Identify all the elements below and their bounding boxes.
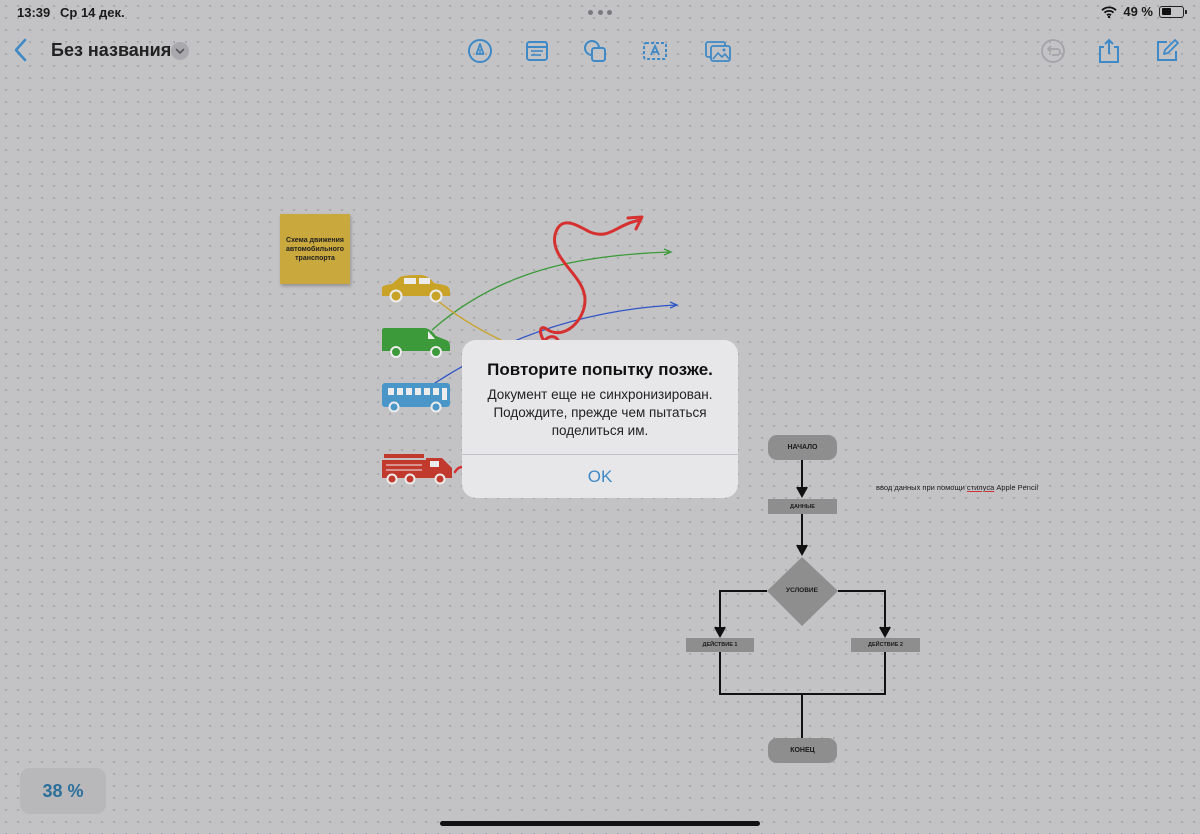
pencil-note[interactable]: ввод данных при помощи стилуса Apple Pen… [876,483,1038,492]
green-connector [431,251,671,331]
ok-button[interactable]: OK [462,455,738,498]
car-icon[interactable] [380,274,452,304]
van-icon[interactable] [380,327,452,359]
bus-icon[interactable] [380,381,452,413]
sticky-note[interactable]: Схема движения автомобильного транспорта [280,214,350,284]
flowchart-data[interactable]: ДАННЫЕ [768,499,837,514]
fire-truck-icon[interactable] [380,452,454,486]
pencil-note-underlined: стилуса [966,483,995,492]
home-indicator[interactable] [440,821,760,826]
alert-dialog: Повторите попытку позже. Документ еще не… [462,340,738,498]
red-freehand-stroke [539,218,642,352]
flowchart-start[interactable]: НАЧАЛО [768,435,837,460]
alert-message: Документ еще не синхронизирован. Подожди… [487,387,713,438]
flowchart-end[interactable]: КОНЕЦ [768,738,837,763]
flowchart-action2[interactable]: ДЕЙСТВИЕ 2 [851,638,920,652]
pencil-note-prefix: ввод данных при помощи [876,483,967,492]
pencil-note-suffix: Apple Pencil [994,483,1039,492]
flowchart-action1[interactable]: ДЕЙСТВИЕ 1 [686,638,754,652]
zoom-level-button[interactable]: 38 % [20,768,106,814]
flowchart-condition-label: УСЛОВИЕ [786,587,818,594]
alert-title: Повторите попытку позже. [487,360,713,379]
